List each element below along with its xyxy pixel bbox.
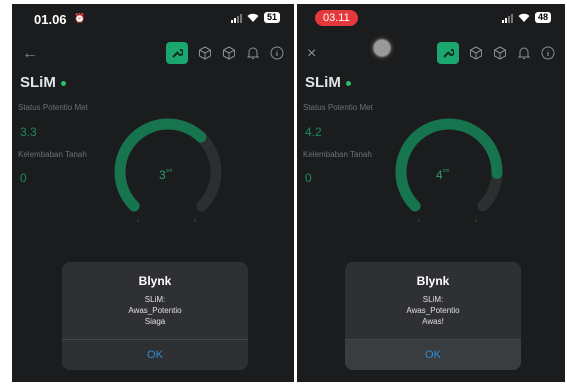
ok-button[interactable]: OK bbox=[62, 339, 248, 370]
back-arrow-icon[interactable]: ← bbox=[22, 46, 38, 62]
wifi-icon bbox=[518, 13, 530, 22]
gauge-max-tick: 5 bbox=[475, 218, 478, 223]
cube-icon[interactable] bbox=[469, 46, 483, 60]
moisture-value: 0 bbox=[20, 171, 27, 185]
potentio-value: 4.2 bbox=[305, 125, 322, 139]
battery-icon: 51 bbox=[263, 12, 280, 23]
phone-screen-2: 03.11 48 × SLiM Status Potentio Met 4.2 … bbox=[297, 4, 565, 382]
battery-icon: 48 bbox=[534, 12, 551, 23]
potentio-value: 3.3 bbox=[20, 125, 37, 139]
wrench-icon[interactable] bbox=[166, 42, 188, 64]
wifi-icon bbox=[247, 13, 259, 22]
dialog-line-1: SLiM: bbox=[422, 295, 444, 304]
online-status-dot bbox=[345, 80, 351, 86]
alert-dialog: Blynk SLiM: Awas_Potentio Siaga OK bbox=[62, 262, 248, 370]
dialog-line-2: Awas_Potentio bbox=[128, 306, 182, 315]
status-time: 01.06 bbox=[34, 12, 67, 27]
cube-outline-icon[interactable] bbox=[493, 46, 507, 60]
dialog-line-1: SLiM: bbox=[144, 295, 166, 304]
dialog-line-3: Awas! bbox=[422, 317, 444, 326]
info-icon[interactable] bbox=[270, 46, 284, 60]
device-name: SLiM bbox=[305, 74, 341, 91]
wrench-icon[interactable] bbox=[437, 42, 459, 64]
status-bar: 03.11 48 bbox=[297, 4, 565, 34]
device-title: SLiM bbox=[20, 74, 66, 91]
gauge-value: 4cm bbox=[436, 168, 450, 182]
dialog-title: Blynk bbox=[416, 274, 450, 288]
cube-icon[interactable] bbox=[198, 46, 212, 60]
device-name: SLiM bbox=[20, 74, 56, 91]
gauge-number: 3 bbox=[159, 168, 166, 182]
signal-icon bbox=[501, 13, 513, 23]
nav-bar: × bbox=[297, 40, 565, 70]
moisture-value: 0 bbox=[305, 171, 312, 185]
bell-icon[interactable] bbox=[517, 46, 531, 60]
alarm-icon: ⏰ bbox=[74, 13, 86, 23]
gauge-min-tick: 0 bbox=[418, 218, 421, 223]
bell-icon[interactable] bbox=[246, 46, 260, 60]
dialog-message: SLiM: Awas_Potentio Awas! bbox=[345, 294, 521, 327]
gauge-max-tick: 5 bbox=[194, 218, 197, 223]
nav-bar: ← bbox=[12, 40, 294, 70]
device-title: SLiM bbox=[305, 74, 351, 91]
dialog-line-3: Siaga bbox=[144, 317, 166, 326]
potentio-label: Status Potentio Met bbox=[303, 103, 373, 112]
dialog-message: SLiM: Awas_Potentio Siaga bbox=[62, 294, 248, 327]
close-icon[interactable]: × bbox=[307, 46, 316, 62]
ok-button[interactable]: OK bbox=[345, 339, 521, 370]
status-time: 03.11 bbox=[315, 10, 358, 26]
alert-dialog: Blynk SLiM: Awas_Potentio Awas! OK bbox=[345, 262, 521, 370]
gauge-value: 3cm bbox=[159, 168, 173, 182]
dialog-title: Blynk bbox=[138, 274, 172, 288]
info-icon[interactable] bbox=[541, 46, 555, 60]
dialog-line-2: Awas_Potentio bbox=[406, 306, 460, 315]
cube-outline-icon[interactable] bbox=[222, 46, 236, 60]
gauge-min-tick: 0 bbox=[137, 218, 140, 223]
status-bar: 01.06 ⏰ 51 bbox=[12, 4, 294, 34]
online-status-dot bbox=[60, 80, 66, 86]
moisture-label: Kelembaban Tanah bbox=[303, 150, 372, 159]
signal-icon bbox=[230, 13, 242, 23]
moisture-label: Kelembaban Tanah bbox=[18, 150, 87, 159]
gauge-number: 4 bbox=[436, 168, 443, 182]
potentio-label: Status Potentio Met bbox=[18, 103, 88, 112]
phone-screen-1: 01.06 ⏰ 51 ← SLiM Status Potentio Met 3.… bbox=[12, 4, 294, 382]
